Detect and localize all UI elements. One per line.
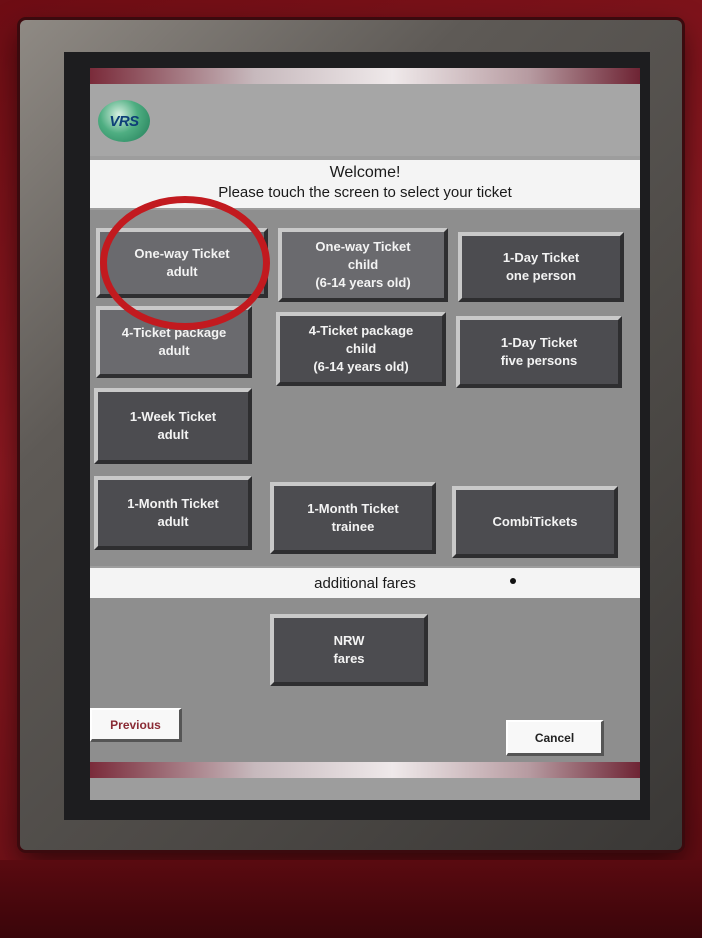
top-accent-bar	[90, 68, 640, 84]
additional-fares-label: additional fares	[90, 568, 640, 598]
ticket-label-line1: 1-Day Ticket	[502, 250, 580, 265]
ticket-1-day-one-person-button[interactable]: 1-Day Ticket one person	[458, 232, 624, 302]
logo-strip: VRS	[90, 84, 640, 156]
welcome-title: Welcome!	[329, 164, 401, 181]
ticket-label-line2: trainee	[331, 519, 375, 534]
vrs-logo: VRS	[98, 100, 150, 142]
ticket-label-line2: child	[347, 257, 379, 272]
ticket-label-line3: (6-14 years old)	[315, 275, 411, 290]
ticket-label-line1: 1-Month Ticket	[127, 496, 219, 511]
ticket-label-line1: One-way Ticket	[315, 239, 411, 254]
ticket-label-line2: five persons	[500, 353, 578, 368]
ticket-label-line2: one person	[505, 268, 577, 283]
ticket-label-line1: 4-Ticket package	[308, 323, 414, 338]
nrw-label-line1: NRW	[333, 633, 365, 648]
ticket-1-month-trainee-button[interactable]: 1-Month Ticket trainee	[270, 482, 436, 554]
ticket-label-line2: adult	[157, 427, 189, 442]
ticket-one-way-child-button[interactable]: One-way Ticket child (6-14 years old)	[278, 228, 448, 302]
ticket-label-line2: adult	[158, 343, 190, 358]
ticket-label-line2: adult	[157, 514, 189, 529]
ticket-1-month-adult-button[interactable]: 1-Month Ticket adult	[94, 476, 252, 550]
ticket-1-week-adult-button[interactable]: 1-Week Ticket adult	[94, 388, 252, 464]
nrw-fares-button[interactable]: NRW fares	[270, 614, 428, 686]
ticket-4-package-child-button[interactable]: 4-Ticket package child (6-14 years old)	[276, 312, 446, 386]
nrw-label-line2: fares	[333, 651, 365, 666]
screen-dust-dot	[510, 578, 516, 584]
bottom-accent-bar	[90, 762, 640, 778]
cancel-button[interactable]: Cancel	[506, 720, 604, 756]
ticket-label-line1: 1-Month Ticket	[307, 501, 399, 516]
ticket-label-line1: 1-Week Ticket	[129, 409, 217, 424]
logo-text: VRS	[109, 112, 139, 130]
highlight-circle-annotation	[100, 196, 270, 330]
ticket-combitickets-button[interactable]: CombiTickets	[452, 486, 618, 558]
ticket-label-line1: CombiTickets	[492, 514, 578, 529]
ticket-label-line2: child	[345, 341, 377, 356]
ticket-1-day-five-persons-button[interactable]: 1-Day Ticket five persons	[456, 316, 622, 388]
ticket-label-line1: 1-Day Ticket	[500, 335, 578, 350]
previous-button[interactable]: Previous	[90, 708, 182, 742]
housing-bottom	[0, 860, 702, 938]
kiosk-screen: VRS Welcome! Please touch the screen to …	[90, 68, 640, 800]
ticket-label-line3: (6-14 years old)	[313, 359, 409, 374]
